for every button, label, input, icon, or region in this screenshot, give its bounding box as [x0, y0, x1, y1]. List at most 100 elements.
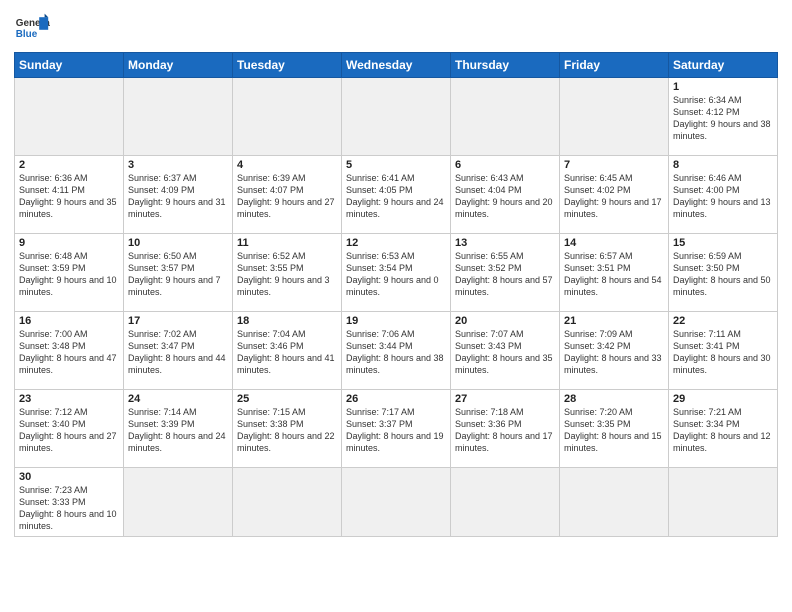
day-number: 15 [673, 237, 773, 249]
weekday-header-tuesday: Tuesday [233, 53, 342, 78]
weekday-header-monday: Monday [124, 53, 233, 78]
day-info: Sunrise: 7:17 AM Sunset: 3:37 PM Dayligh… [346, 406, 446, 455]
calendar-cell [233, 78, 342, 156]
day-number: 18 [237, 315, 337, 327]
day-info: Sunrise: 6:53 AM Sunset: 3:54 PM Dayligh… [346, 250, 446, 299]
day-info: Sunrise: 6:52 AM Sunset: 3:55 PM Dayligh… [237, 250, 337, 299]
day-number: 10 [128, 237, 228, 249]
calendar-cell [342, 468, 451, 537]
svg-text:Blue: Blue [16, 29, 38, 40]
calendar-cell: 16Sunrise: 7:00 AM Sunset: 3:48 PM Dayli… [15, 312, 124, 390]
day-info: Sunrise: 7:04 AM Sunset: 3:46 PM Dayligh… [237, 328, 337, 377]
calendar-week-1: 1Sunrise: 6:34 AM Sunset: 4:12 PM Daylig… [15, 78, 778, 156]
calendar-cell [124, 78, 233, 156]
calendar-cell [451, 468, 560, 537]
page: General Blue SundayMondayTuesdayWednesda… [0, 0, 792, 612]
day-info: Sunrise: 7:18 AM Sunset: 3:36 PM Dayligh… [455, 406, 555, 455]
day-number: 7 [564, 159, 664, 171]
day-number: 13 [455, 237, 555, 249]
weekday-header-row: SundayMondayTuesdayWednesdayThursdayFrid… [15, 53, 778, 78]
calendar-cell: 24Sunrise: 7:14 AM Sunset: 3:39 PM Dayli… [124, 390, 233, 468]
day-info: Sunrise: 6:57 AM Sunset: 3:51 PM Dayligh… [564, 250, 664, 299]
calendar-cell: 3Sunrise: 6:37 AM Sunset: 4:09 PM Daylig… [124, 156, 233, 234]
calendar-cell [124, 468, 233, 537]
calendar-cell: 19Sunrise: 7:06 AM Sunset: 3:44 PM Dayli… [342, 312, 451, 390]
day-info: Sunrise: 6:55 AM Sunset: 3:52 PM Dayligh… [455, 250, 555, 299]
day-number: 29 [673, 393, 773, 405]
day-info: Sunrise: 6:39 AM Sunset: 4:07 PM Dayligh… [237, 172, 337, 221]
day-info: Sunrise: 6:43 AM Sunset: 4:04 PM Dayligh… [455, 172, 555, 221]
day-number: 27 [455, 393, 555, 405]
calendar-cell: 20Sunrise: 7:07 AM Sunset: 3:43 PM Dayli… [451, 312, 560, 390]
calendar-week-6: 30Sunrise: 7:23 AM Sunset: 3:33 PM Dayli… [15, 468, 778, 537]
day-info: Sunrise: 7:20 AM Sunset: 3:35 PM Dayligh… [564, 406, 664, 455]
calendar-week-3: 9Sunrise: 6:48 AM Sunset: 3:59 PM Daylig… [15, 234, 778, 312]
day-number: 6 [455, 159, 555, 171]
day-number: 25 [237, 393, 337, 405]
day-info: Sunrise: 7:11 AM Sunset: 3:41 PM Dayligh… [673, 328, 773, 377]
calendar-cell: 26Sunrise: 7:17 AM Sunset: 3:37 PM Dayli… [342, 390, 451, 468]
calendar-cell: 2Sunrise: 6:36 AM Sunset: 4:11 PM Daylig… [15, 156, 124, 234]
day-number: 21 [564, 315, 664, 327]
calendar-cell [451, 78, 560, 156]
weekday-header-thursday: Thursday [451, 53, 560, 78]
calendar-cell: 10Sunrise: 6:50 AM Sunset: 3:57 PM Dayli… [124, 234, 233, 312]
day-number: 19 [346, 315, 446, 327]
day-info: Sunrise: 7:09 AM Sunset: 3:42 PM Dayligh… [564, 328, 664, 377]
calendar-cell: 28Sunrise: 7:20 AM Sunset: 3:35 PM Dayli… [560, 390, 669, 468]
calendar-cell: 17Sunrise: 7:02 AM Sunset: 3:47 PM Dayli… [124, 312, 233, 390]
day-info: Sunrise: 7:21 AM Sunset: 3:34 PM Dayligh… [673, 406, 773, 455]
day-number: 30 [19, 471, 119, 483]
day-number: 2 [19, 159, 119, 171]
calendar-cell: 4Sunrise: 6:39 AM Sunset: 4:07 PM Daylig… [233, 156, 342, 234]
day-info: Sunrise: 6:36 AM Sunset: 4:11 PM Dayligh… [19, 172, 119, 221]
day-number: 14 [564, 237, 664, 249]
calendar-cell: 15Sunrise: 6:59 AM Sunset: 3:50 PM Dayli… [669, 234, 778, 312]
calendar-week-2: 2Sunrise: 6:36 AM Sunset: 4:11 PM Daylig… [15, 156, 778, 234]
calendar-cell: 21Sunrise: 7:09 AM Sunset: 3:42 PM Dayli… [560, 312, 669, 390]
day-info: Sunrise: 7:14 AM Sunset: 3:39 PM Dayligh… [128, 406, 228, 455]
weekday-header-wednesday: Wednesday [342, 53, 451, 78]
calendar-cell: 7Sunrise: 6:45 AM Sunset: 4:02 PM Daylig… [560, 156, 669, 234]
calendar-cell: 23Sunrise: 7:12 AM Sunset: 3:40 PM Dayli… [15, 390, 124, 468]
day-info: Sunrise: 7:07 AM Sunset: 3:43 PM Dayligh… [455, 328, 555, 377]
calendar-cell: 5Sunrise: 6:41 AM Sunset: 4:05 PM Daylig… [342, 156, 451, 234]
calendar-cell: 18Sunrise: 7:04 AM Sunset: 3:46 PM Dayli… [233, 312, 342, 390]
calendar-cell: 8Sunrise: 6:46 AM Sunset: 4:00 PM Daylig… [669, 156, 778, 234]
day-info: Sunrise: 6:46 AM Sunset: 4:00 PM Dayligh… [673, 172, 773, 221]
day-number: 26 [346, 393, 446, 405]
day-info: Sunrise: 6:41 AM Sunset: 4:05 PM Dayligh… [346, 172, 446, 221]
weekday-header-friday: Friday [560, 53, 669, 78]
day-info: Sunrise: 7:23 AM Sunset: 3:33 PM Dayligh… [19, 484, 119, 533]
day-info: Sunrise: 6:34 AM Sunset: 4:12 PM Dayligh… [673, 94, 773, 143]
day-info: Sunrise: 7:00 AM Sunset: 3:48 PM Dayligh… [19, 328, 119, 377]
calendar-table: SundayMondayTuesdayWednesdayThursdayFrid… [14, 52, 778, 537]
calendar-cell: 25Sunrise: 7:15 AM Sunset: 3:38 PM Dayli… [233, 390, 342, 468]
day-info: Sunrise: 6:45 AM Sunset: 4:02 PM Dayligh… [564, 172, 664, 221]
day-number: 12 [346, 237, 446, 249]
day-number: 1 [673, 81, 773, 93]
calendar-cell [233, 468, 342, 537]
day-info: Sunrise: 6:50 AM Sunset: 3:57 PM Dayligh… [128, 250, 228, 299]
calendar-cell: 14Sunrise: 6:57 AM Sunset: 3:51 PM Dayli… [560, 234, 669, 312]
calendar-cell: 12Sunrise: 6:53 AM Sunset: 3:54 PM Dayli… [342, 234, 451, 312]
calendar-week-5: 23Sunrise: 7:12 AM Sunset: 3:40 PM Dayli… [15, 390, 778, 468]
calendar-cell [560, 78, 669, 156]
calendar-cell [669, 468, 778, 537]
calendar-cell: 11Sunrise: 6:52 AM Sunset: 3:55 PM Dayli… [233, 234, 342, 312]
calendar-cell: 1Sunrise: 6:34 AM Sunset: 4:12 PM Daylig… [669, 78, 778, 156]
day-number: 4 [237, 159, 337, 171]
day-number: 22 [673, 315, 773, 327]
day-info: Sunrise: 7:12 AM Sunset: 3:40 PM Dayligh… [19, 406, 119, 455]
day-number: 11 [237, 237, 337, 249]
calendar-cell [15, 78, 124, 156]
header: General Blue [14, 10, 778, 46]
calendar-cell: 6Sunrise: 6:43 AM Sunset: 4:04 PM Daylig… [451, 156, 560, 234]
calendar-cell: 27Sunrise: 7:18 AM Sunset: 3:36 PM Dayli… [451, 390, 560, 468]
day-info: Sunrise: 6:37 AM Sunset: 4:09 PM Dayligh… [128, 172, 228, 221]
day-number: 8 [673, 159, 773, 171]
day-number: 23 [19, 393, 119, 405]
generalblue-logo-icon: General Blue [14, 10, 50, 46]
day-number: 28 [564, 393, 664, 405]
day-number: 16 [19, 315, 119, 327]
